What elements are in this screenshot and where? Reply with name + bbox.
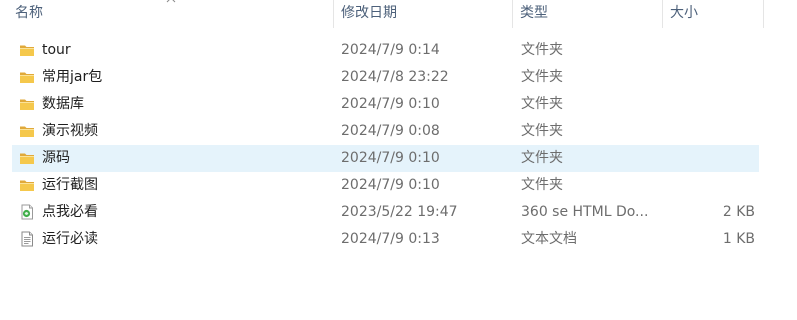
file-size: [669, 119, 755, 144]
file-modified-date: 2024/7/9 0:10: [341, 177, 440, 193]
file-size: [669, 146, 755, 171]
file-type: 文件夹: [521, 69, 563, 85]
file-size: [669, 65, 755, 90]
file-name: 运行必读: [42, 231, 98, 247]
file-row[interactable]: 数据库 2024/7/9 0:10 文件夹: [12, 91, 759, 118]
file-type: 360 se HTML Do...: [521, 204, 649, 220]
html-document-icon: [19, 204, 35, 220]
file-row[interactable]: 源码 2024/7/9 0:10 文件夹: [12, 145, 759, 172]
file-explorer: 名称 修改日期 类型 大小 tour 2024/7/9 0:14 文件夹 常用jar…: [0, 0, 797, 320]
file-modified-date: 2024/7/9 0:13: [341, 231, 440, 247]
column-header-modified-label: 修改日期: [341, 5, 397, 21]
column-header-name-label: 名称: [15, 5, 43, 21]
file-type: 文件夹: [521, 96, 563, 112]
column-header-bar: 名称 修改日期 类型 大小: [0, 0, 797, 28]
file-name: 常用jar包: [42, 69, 103, 85]
file-name: tour: [42, 42, 71, 58]
file-size: 2 KB: [722, 204, 755, 220]
file-size: 1 KB: [722, 231, 755, 247]
column-header-name[interactable]: 名称: [8, 0, 333, 28]
folder-icon: [19, 123, 35, 139]
column-header-modified[interactable]: 修改日期: [334, 0, 512, 28]
file-name: 点我必看: [42, 204, 98, 220]
folder-icon: [19, 177, 35, 193]
file-row[interactable]: 运行必读 2024/7/9 0:13 文本文档 1 KB: [12, 226, 759, 253]
folder-icon: [19, 150, 35, 166]
column-header-type-label: 类型: [520, 5, 548, 21]
file-modified-date: 2024/7/9 0:10: [341, 96, 440, 112]
folder-icon: [19, 96, 35, 112]
file-modified-date: 2024/7/9 0:08: [341, 123, 440, 139]
folder-icon: [19, 42, 35, 58]
file-modified-date: 2023/5/22 19:47: [341, 204, 458, 220]
column-header-size-label: 大小: [670, 5, 698, 21]
file-size: [669, 173, 755, 198]
folder-icon: [19, 69, 35, 85]
file-size: [669, 92, 755, 117]
column-header-type[interactable]: 类型: [513, 0, 662, 28]
file-modified-date: 2024/7/9 0:14: [341, 42, 440, 58]
file-type: 文件夹: [521, 123, 563, 139]
file-type: 文件夹: [521, 150, 563, 166]
file-name: 数据库: [42, 96, 84, 112]
file-type: 文件夹: [521, 42, 563, 58]
file-row[interactable]: 演示视频 2024/7/9 0:08 文件夹: [12, 118, 759, 145]
column-divider[interactable]: [763, 0, 764, 28]
file-row[interactable]: tour 2024/7/9 0:14 文件夹: [12, 37, 759, 64]
file-name: 源码: [42, 150, 70, 166]
file-type: 文件夹: [521, 177, 563, 193]
file-name: 演示视频: [42, 123, 98, 139]
file-row[interactable]: 运行截图 2024/7/9 0:10 文件夹: [12, 172, 759, 199]
text-document-icon: [19, 231, 35, 247]
file-row[interactable]: 点我必看 2023/5/22 19:47 360 se HTML Do... 2 KB: [12, 199, 759, 226]
file-row[interactable]: 常用jar包 2024/7/8 23:22 文件夹: [12, 64, 759, 91]
file-name: 运行截图: [42, 177, 98, 193]
sort-ascending-icon: [166, 0, 176, 3]
file-size: [669, 38, 755, 63]
file-modified-date: 2024/7/9 0:10: [341, 150, 440, 166]
file-modified-date: 2024/7/8 23:22: [341, 69, 449, 85]
column-header-size[interactable]: 大小: [663, 0, 763, 28]
file-type: 文本文档: [521, 231, 577, 247]
